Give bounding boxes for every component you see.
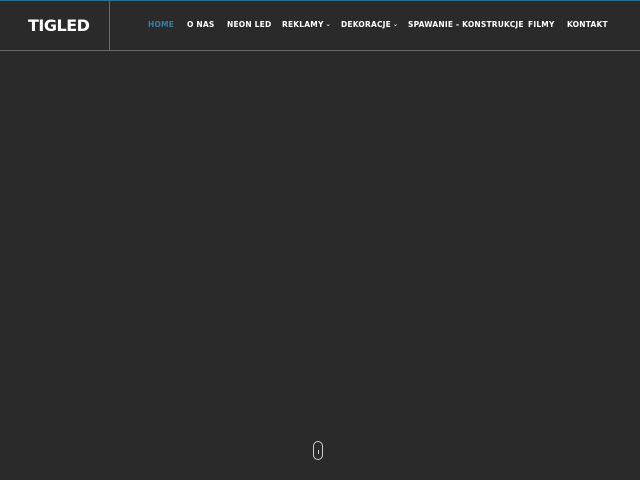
nav-item-dekoracje[interactable]: DEKORACJE ⌄	[341, 19, 398, 31]
nav-item-kontakt[interactable]: KONTAKT	[567, 19, 608, 31]
mouse-wheel	[317, 450, 319, 454]
nav-item-o-nas[interactable]: O NAS	[187, 19, 214, 31]
chevron-down-icon: ⌄	[325, 21, 331, 28]
nav-item-home[interactable]: HOME	[148, 19, 174, 31]
nav-item-dekoracje-label: DEKORACJE	[341, 20, 391, 29]
nav-item-reklamy[interactable]: REKLAMY ⌄	[282, 19, 331, 31]
mouse-scroll-icon[interactable]	[313, 441, 323, 460]
site-header: TIGLED HOME O NAS NEON LED REKLAMY ⌄ DEKO…	[0, 1, 640, 51]
chevron-down-icon: ⌄	[393, 21, 399, 28]
main-navigation: HOME O NAS NEON LED REKLAMY ⌄ DEKORACJE ⌄ …	[0, 1, 640, 51]
nav-item-neon-led[interactable]: NEON LED	[227, 19, 271, 31]
nav-item-filmy[interactable]: FILMY	[528, 19, 555, 31]
nav-item-reklamy-label: REKLAMY	[282, 20, 324, 29]
nav-item-spawanie-konstrukcje[interactable]: SPAWANIE - KONSTRUKCJE	[408, 19, 524, 31]
